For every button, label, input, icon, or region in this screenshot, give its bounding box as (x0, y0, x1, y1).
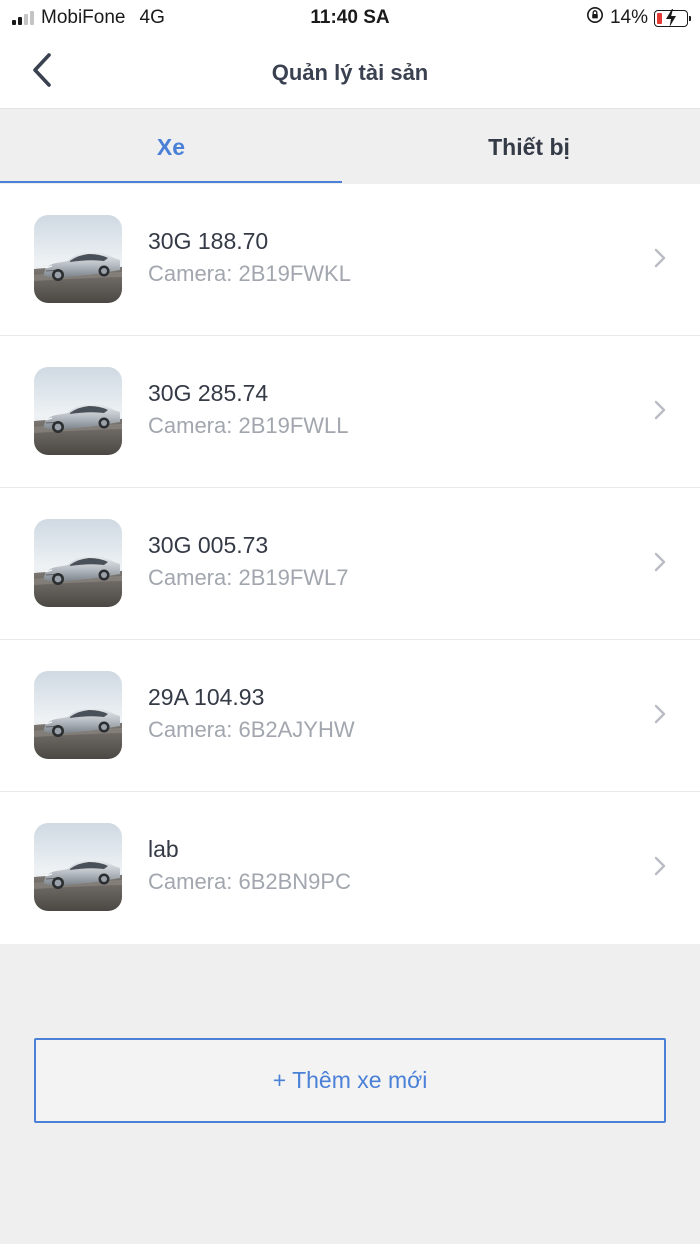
tab-bar: Xe Thiết bị (0, 110, 700, 184)
vehicle-row[interactable]: 30G 005.73 Camera: 2B19FWL7 (0, 488, 700, 640)
chevron-right-icon (654, 552, 666, 572)
chevron-right-icon (654, 400, 666, 420)
vehicle-row[interactable]: 30G 285.74 Camera: 2B19FWLL (0, 336, 700, 488)
navigation-bar: Quản lý tài sản (0, 36, 700, 109)
vehicle-camera-id: Camera: 2B19FWL7 (148, 565, 349, 590)
battery-percent: 14% (609, 7, 648, 28)
car-thumbnail (34, 671, 122, 759)
vehicle-row[interactable]: 30G 188.70 Camera: 2B19FWKL (0, 184, 700, 336)
add-vehicle-button[interactable]: + Thêm xe mới (34, 1038, 666, 1123)
car-thumbnail (34, 823, 122, 911)
active-tab-indicator (0, 181, 342, 183)
vehicle-plate: lab (148, 836, 179, 862)
chevron-right-icon (654, 856, 666, 876)
car-thumbnail (34, 367, 122, 455)
page-title: Quản lý tài sản (271, 60, 429, 85)
vehicle-list: 30G 188.70 Camera: 2B19FWKL 30G 285.74 C… (0, 184, 700, 944)
vehicle-camera-id: Camera: 6B2AJYHW (148, 717, 355, 742)
tab-devices[interactable]: Thiết bị (358, 110, 700, 184)
chevron-right-icon (654, 248, 666, 268)
vehicle-camera-id: Camera: 6B2BN9PC (148, 869, 351, 894)
vehicle-plate: 30G 188.70 (148, 228, 269, 254)
vehicle-plate: 30G 285.74 (148, 380, 269, 406)
status-bar: MobiFone 4G 11:40 SA 14% (0, 0, 700, 36)
orientation-lock-icon (586, 6, 604, 30)
car-thumbnail (34, 519, 122, 607)
battery-icon (654, 8, 691, 27)
vehicle-camera-id: Camera: 2B19FWKL (148, 261, 351, 286)
status-right: 14% (586, 6, 691, 30)
vehicle-plate: 29A 104.93 (148, 684, 265, 710)
vehicle-plate: 30G 005.73 (148, 532, 269, 558)
chevron-right-icon (654, 704, 666, 724)
car-thumbnail (34, 215, 122, 303)
vehicle-row[interactable]: 29A 104.93 Camera: 6B2AJYHW (0, 640, 700, 792)
vehicle-row[interactable]: lab Camera: 6B2BN9PC (0, 792, 700, 944)
vehicle-camera-id: Camera: 2B19FWLL (148, 413, 349, 438)
tab-vehicles[interactable]: Xe (0, 110, 342, 184)
